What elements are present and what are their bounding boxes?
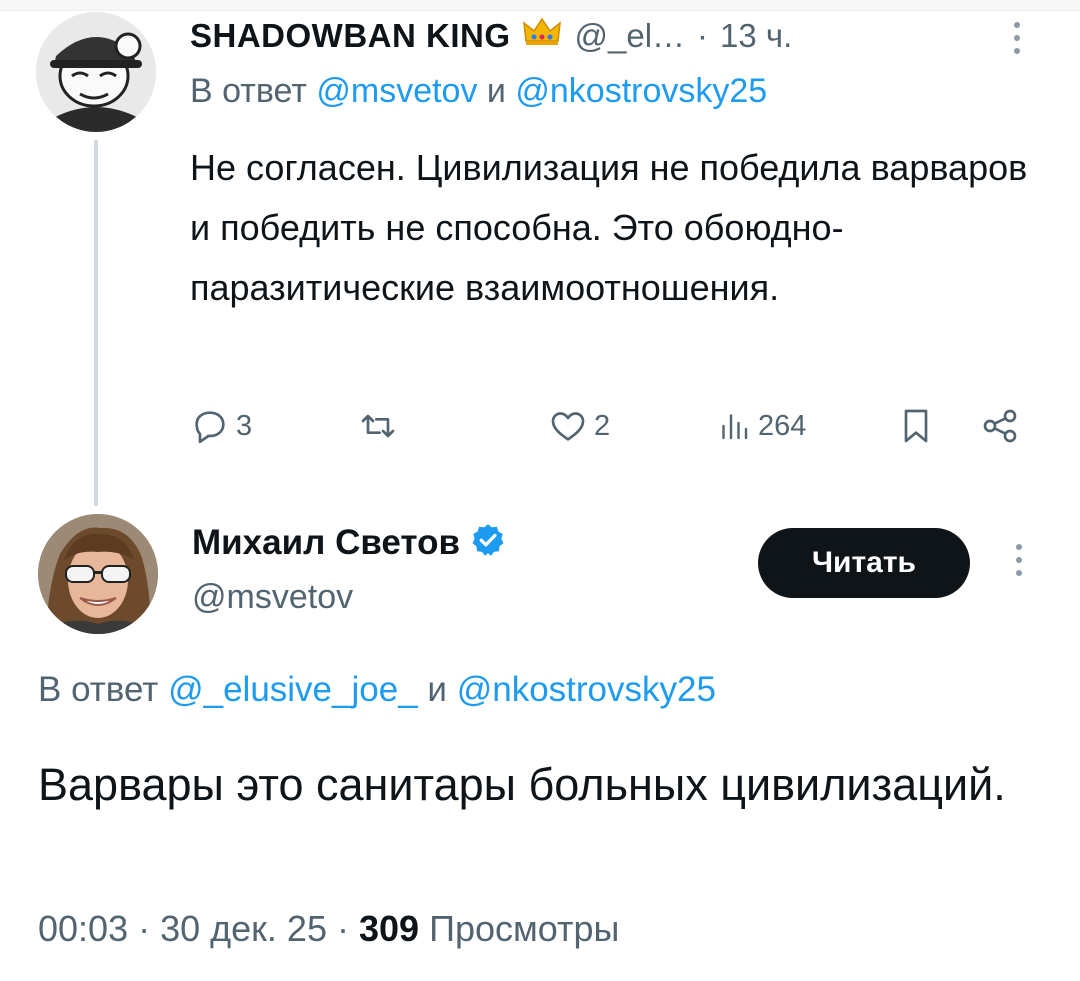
bookmark-button[interactable] [896, 398, 936, 454]
top-divider [0, 0, 1080, 11]
tweet-time[interactable]: 00:03 [38, 908, 128, 949]
separator: · [138, 908, 161, 949]
separator: · [697, 17, 709, 54]
reply-button[interactable]: 3 [190, 398, 252, 454]
verified-icon [470, 522, 506, 563]
like-button[interactable]: 2 [548, 398, 610, 454]
tweet-text: Не согласен. Цивилизация не победила вар… [190, 147, 1028, 308]
tweet-text: Варвары это санитары больных цивилизаций… [38, 759, 1006, 810]
author-name[interactable]: Михаил Светов [192, 523, 460, 563]
crown-icon [522, 17, 562, 55]
mention-link[interactable]: @_elusive_joe_ [168, 670, 418, 709]
reply-prefix: В ответ [38, 670, 159, 709]
like-count: 2 [594, 409, 611, 442]
reply-icon [190, 406, 230, 446]
bookmark-icon [896, 404, 936, 448]
avatar[interactable] [36, 12, 156, 132]
retweet-button[interactable] [356, 398, 406, 454]
author-name[interactable]: SHADOWBAN KING [190, 17, 510, 55]
views-icon [716, 406, 752, 446]
views-count: 309 [359, 908, 420, 949]
views-count: 264 [758, 409, 807, 442]
separator: · [337, 908, 359, 949]
follow-button[interactable]: Читать [758, 528, 970, 598]
tweet-time[interactable]: 13 ч. [720, 17, 792, 55]
thread-line [94, 140, 98, 506]
views-label: Просмотры [429, 908, 620, 949]
reply-count: 3 [236, 409, 253, 442]
tweet-date[interactable]: 30 дек. 25 [160, 908, 327, 949]
share-icon [978, 406, 1022, 446]
share-button[interactable] [978, 398, 1022, 454]
like-icon [548, 406, 588, 446]
reply-tweet-header: SHADOWBAN KING @_el… · 13 ч. [190, 12, 1030, 60]
reply-and: и [486, 72, 506, 110]
action-bar: 3 2 264 [190, 398, 1030, 454]
retweet-icon [356, 406, 400, 446]
reply-to-line: В ответ @msvetov и @nkostrovsky25 [190, 72, 767, 111]
mention-link[interactable]: @msvetov [316, 72, 477, 110]
reply-prefix: В ответ [190, 72, 307, 110]
mention-link[interactable]: @nkostrovsky25 [515, 72, 767, 110]
main-tweet-name-row: Михаил Светов [192, 522, 506, 563]
more-icon[interactable] [1014, 544, 1024, 576]
reply-to-line: В ответ @_elusive_joe_ и @nkostrovsky25 [38, 670, 716, 710]
author-handle[interactable]: @msvetov [192, 578, 353, 617]
more-icon[interactable] [1012, 22, 1022, 54]
tweet-meta: 00:03 · 30 дек. 25 · 309 Просмотры [38, 908, 619, 950]
author-handle[interactable]: @_el… [574, 17, 685, 55]
avatar[interactable] [38, 514, 158, 634]
views-button[interactable]: 264 [716, 398, 806, 454]
reply-and: и [427, 670, 447, 709]
mention-link[interactable]: @nkostrovsky25 [457, 670, 716, 709]
